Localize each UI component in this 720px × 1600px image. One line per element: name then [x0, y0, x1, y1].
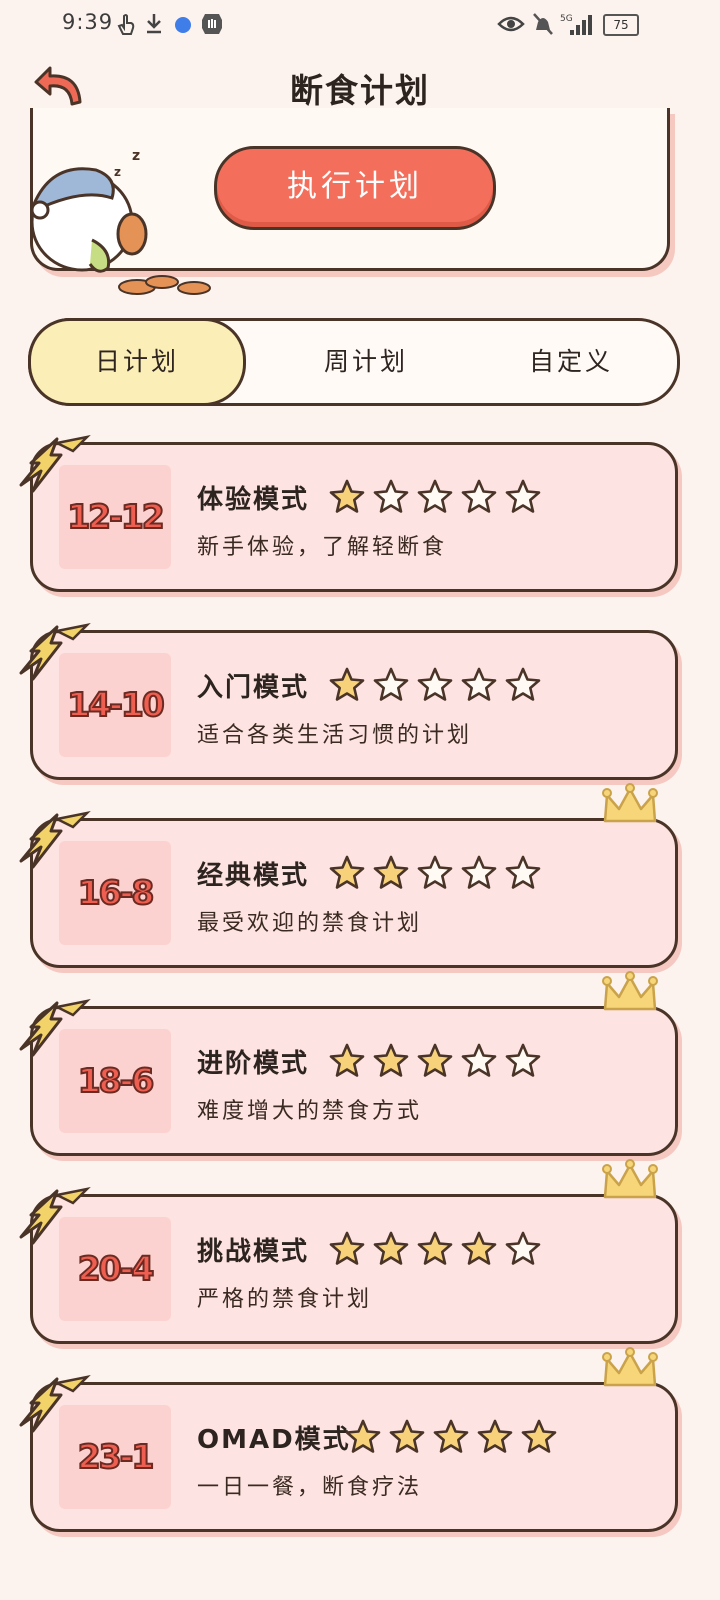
star-icon — [329, 667, 365, 707]
plan-ratio: 20-4 — [59, 1217, 171, 1321]
star-icon — [329, 479, 365, 519]
star-icon — [417, 855, 453, 895]
star-icon — [505, 1043, 541, 1083]
plan-ratio: 14-10 — [59, 653, 171, 757]
crown-icon — [602, 1159, 658, 1199]
star-icon — [329, 1043, 365, 1083]
plan-description: 最受欢迎的禁食计划 — [197, 911, 423, 936]
difficulty-stars — [345, 1419, 557, 1459]
star-icon — [329, 855, 365, 895]
star-icon — [477, 1419, 513, 1459]
star-icon — [373, 1231, 409, 1271]
difficulty-stars — [329, 1231, 541, 1271]
star-icon — [461, 667, 497, 707]
page-title: 断食计划 — [290, 71, 430, 110]
crown-icon — [602, 783, 658, 823]
star-icon — [505, 1231, 541, 1271]
star-icon — [521, 1419, 557, 1459]
star-icon — [433, 1419, 469, 1459]
star-icon — [417, 479, 453, 519]
crown-icon — [602, 971, 658, 1011]
star-icon — [505, 667, 541, 707]
plan-title: 挑战模式 — [197, 1237, 310, 1267]
difficulty-stars — [329, 1043, 541, 1083]
plan-description: 难度增大的禁食方式 — [197, 1099, 423, 1124]
battery-icon: 75 — [603, 14, 639, 36]
plan-title: 体验模式 — [197, 485, 310, 515]
star-icon — [417, 667, 453, 707]
plan-description: 适合各类生活习惯的计划 — [197, 723, 473, 748]
plan-description: 新手体验，了解轻断食 — [197, 535, 448, 560]
plan-title: 经典模式 — [197, 861, 310, 891]
tab-day-plan[interactable]: 日计划 — [28, 318, 246, 406]
plan-description: 一日一餐，断食疗法 — [197, 1475, 423, 1500]
star-icon — [461, 855, 497, 895]
touch-icon — [117, 14, 135, 35]
star-icon — [345, 1419, 381, 1459]
star-icon — [461, 479, 497, 519]
plan-card[interactable]: 18-6 进阶模式难度增大的禁食方式 — [19, 971, 678, 1156]
star-icon — [389, 1419, 425, 1459]
plan-card[interactable]: 14-10 入门模式适合各类生活习惯的计划 — [19, 623, 678, 780]
star-icon — [373, 667, 409, 707]
difficulty-stars — [329, 855, 541, 895]
status-time: 9:39 — [62, 10, 114, 34]
plan-card[interactable]: 16-8 经典模式最受欢迎的禁食计划 — [19, 783, 678, 968]
eye-icon — [497, 16, 525, 32]
plan-title: 入门模式 — [197, 673, 310, 703]
mute-bell-icon — [533, 13, 553, 35]
sleeping-mascot-icon: z z — [30, 148, 211, 295]
star-icon — [373, 479, 409, 519]
star-icon — [461, 1231, 497, 1271]
plan-title: 进阶模式 — [197, 1049, 310, 1079]
plan-ratio: 23-1 — [59, 1405, 171, 1509]
plan-ratio: 18-6 — [59, 1029, 171, 1133]
star-icon — [461, 1043, 497, 1083]
star-icon — [417, 1043, 453, 1083]
star-icon — [373, 1043, 409, 1083]
execute-plan-button[interactable]: 执行计划 — [214, 146, 496, 230]
star-icon — [329, 1231, 365, 1271]
plan-card[interactable]: 23-1 OMAD模式一日一餐，断食疗法 — [19, 1347, 678, 1532]
download-icon — [147, 14, 161, 34]
app-dot-icon — [175, 17, 191, 33]
signal-icon: 5G — [560, 14, 592, 35]
star-icon — [417, 1231, 453, 1271]
star-icon — [505, 855, 541, 895]
plan-title: OMAD模式 — [197, 1425, 351, 1455]
status-bar: 9:39 5G 75 — [0, 0, 720, 48]
plan-type-tabs: 日计划 周计划 自定义 — [28, 318, 680, 406]
plan-card[interactable]: 20-4 挑战模式严格的禁食计划 — [19, 1159, 678, 1344]
difficulty-stars — [329, 667, 541, 707]
hand-icon — [202, 14, 222, 34]
difficulty-stars — [329, 479, 541, 519]
plan-ratio: 12-12 — [59, 465, 171, 569]
tab-custom-plan[interactable]: 自定义 — [471, 321, 671, 403]
tab-week-plan[interactable]: 周计划 — [271, 321, 461, 403]
svg-text:z: z — [132, 148, 140, 164]
crown-icon — [602, 1347, 658, 1387]
plan-ratio: 16-8 — [59, 841, 171, 945]
star-icon — [373, 855, 409, 895]
svg-text:z: z — [114, 165, 121, 179]
svg-text:5G: 5G — [560, 14, 573, 24]
plan-description: 严格的禁食计划 — [197, 1287, 373, 1312]
star-icon — [505, 479, 541, 519]
plan-card[interactable]: 12-12 体验模式新手体验，了解轻断食 — [19, 435, 678, 592]
